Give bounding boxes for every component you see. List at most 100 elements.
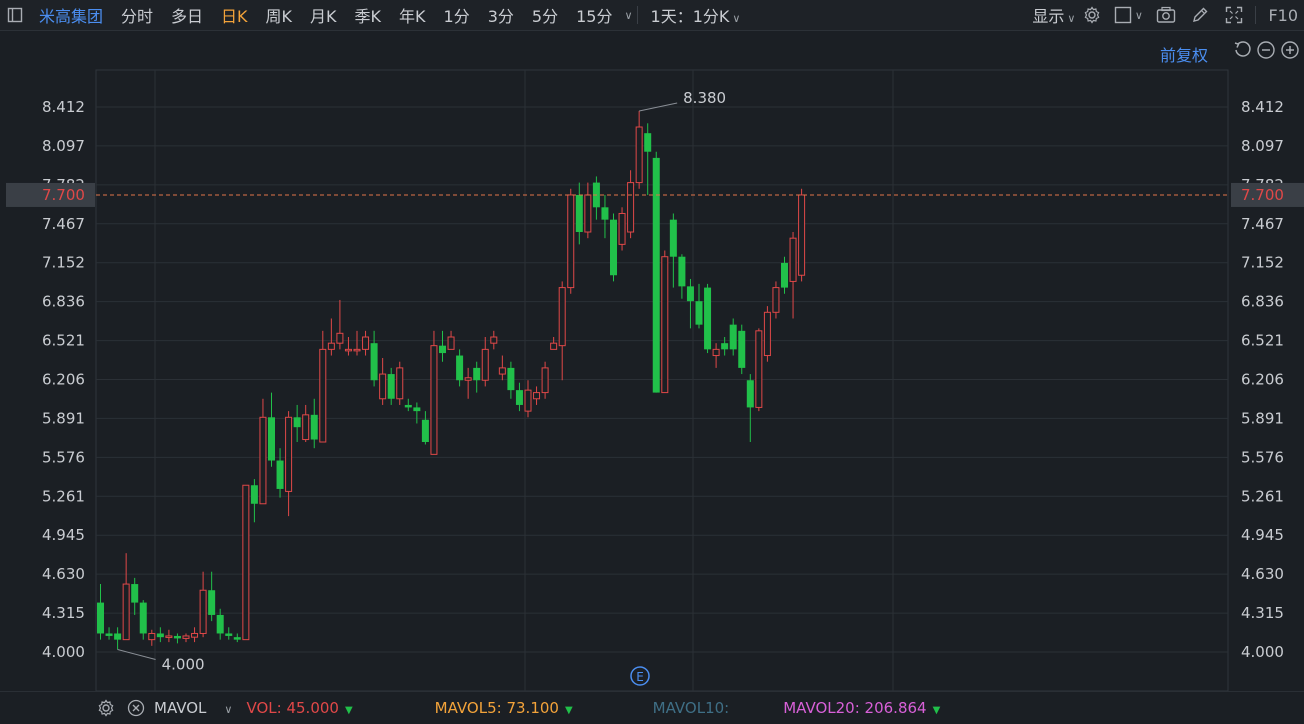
chart-controls bbox=[1232, 40, 1300, 64]
candle-body-down bbox=[669, 219, 677, 257]
price-tick-label: 6.521 bbox=[42, 332, 85, 350]
candle-body-up bbox=[319, 348, 327, 443]
candle-body-up bbox=[627, 182, 635, 233]
candle-body-down bbox=[644, 133, 652, 152]
display-menu[interactable]: 显示 ∨ bbox=[1023, 3, 1077, 27]
candle-body-up bbox=[182, 635, 190, 639]
event-marker: E bbox=[630, 666, 650, 686]
candle-body-down bbox=[114, 633, 122, 640]
tab-quarterly-k[interactable]: 季K bbox=[346, 3, 391, 27]
sidebar-toggle-icon[interactable] bbox=[0, 0, 30, 30]
candle-body-up bbox=[567, 194, 575, 289]
tab-yearly-k[interactable]: 年K bbox=[390, 3, 435, 27]
tab-monthly-k[interactable]: 月K bbox=[301, 3, 346, 27]
period-select[interactable]: 1天：1分K ∨ bbox=[642, 3, 750, 27]
candle-body-up bbox=[550, 342, 558, 350]
candle-body-down bbox=[421, 419, 429, 443]
candle-body-down bbox=[515, 390, 523, 405]
candle-body-up bbox=[430, 345, 438, 455]
vol-readout: VOL: 45.000 ▼ bbox=[246, 699, 352, 717]
tab-multiday[interactable]: 多日 bbox=[162, 3, 212, 27]
fullscreen-icon[interactable] bbox=[1217, 0, 1251, 30]
chevron-down-icon: ∨ bbox=[224, 703, 233, 716]
tab-15min[interactable]: 15分 bbox=[567, 3, 621, 27]
chevron-down-icon: ∨ bbox=[1134, 8, 1143, 22]
close-icon[interactable] bbox=[120, 693, 152, 723]
down-triangle-icon: ▼ bbox=[564, 705, 573, 716]
candle-body-up bbox=[148, 632, 156, 641]
price-tick-label: 6.206 bbox=[1241, 371, 1284, 389]
tab-5min[interactable]: 5分 bbox=[523, 3, 567, 27]
candle-body-down bbox=[610, 219, 617, 276]
candle-body-up bbox=[635, 126, 643, 184]
price-axis-right: 8.4128.0977.7827.4677.1526.8366.5216.206… bbox=[1241, 98, 1284, 661]
candle-body-up bbox=[798, 194, 806, 276]
candle-body-up bbox=[379, 373, 387, 400]
price-tick-label: 6.206 bbox=[42, 371, 85, 389]
candle-body-down bbox=[704, 287, 712, 350]
mavol20-readout: MAVOL20: 206.864 ▼ bbox=[783, 699, 940, 717]
gear-icon[interactable] bbox=[92, 693, 120, 723]
tab-weekly-k[interactable]: 周K bbox=[257, 3, 302, 27]
candle-body-up bbox=[285, 416, 293, 492]
candle-body-down bbox=[105, 633, 113, 636]
price-tick-label: 4.315 bbox=[42, 604, 85, 622]
display-label: 显示 bbox=[1032, 7, 1065, 26]
price-tick-label: 4.000 bbox=[42, 643, 85, 661]
candle-body-up bbox=[712, 348, 720, 357]
candle-body-down bbox=[233, 637, 241, 640]
mavol10-label: MAVOL10: bbox=[652, 699, 730, 717]
candle-body-up bbox=[302, 414, 310, 441]
candle-body-up bbox=[618, 212, 626, 245]
candle-body-down bbox=[404, 404, 412, 408]
candle-body-up bbox=[490, 336, 498, 344]
gear-icon[interactable] bbox=[1077, 0, 1107, 30]
reset-icon[interactable] bbox=[1232, 40, 1252, 64]
high-low-labels: 8.380 4.000 bbox=[117, 89, 726, 674]
price-tick-label: 4.000 bbox=[1241, 643, 1284, 661]
price-tick-label: 5.891 bbox=[42, 409, 85, 427]
camera-icon[interactable] bbox=[1149, 0, 1183, 30]
adjust-mode-button[interactable]: 前复权 bbox=[1160, 42, 1208, 66]
chevron-down-icon[interactable]: ∨ bbox=[624, 9, 632, 22]
candle-body-down bbox=[173, 635, 181, 639]
candle-body-up bbox=[533, 392, 541, 400]
stock-name[interactable]: 米高集团 bbox=[30, 3, 112, 27]
price-tick-label: 8.097 bbox=[1241, 137, 1284, 155]
current-price-label: 7.700 bbox=[1241, 186, 1284, 204]
candle-body-up bbox=[344, 348, 352, 352]
tab-1min[interactable]: 1分 bbox=[435, 3, 479, 27]
candle-body-up bbox=[763, 311, 771, 357]
price-tick-label: 5.576 bbox=[42, 448, 85, 466]
candle-body-down bbox=[695, 301, 703, 325]
price-tick-label: 8.412 bbox=[42, 98, 85, 116]
tab-intraday[interactable]: 分时 bbox=[112, 3, 162, 27]
indicator-select[interactable]: MAVOL ∨ bbox=[154, 699, 232, 717]
price-tick-label: 4.315 bbox=[1241, 604, 1284, 622]
candle-body-up bbox=[122, 583, 130, 641]
candle-body-up bbox=[524, 389, 532, 412]
kline-chart[interactable]: 8.4128.0977.7827.4677.1526.8366.5216.206… bbox=[0, 30, 1304, 691]
candle-body-up bbox=[541, 367, 549, 394]
tab-daily-k[interactable]: 日K bbox=[212, 3, 257, 27]
mavol10-readout: MAVOL10: bbox=[653, 699, 730, 717]
zoom-in-icon[interactable] bbox=[1280, 40, 1300, 64]
candle-body-up bbox=[481, 348, 489, 381]
mavol20-value: 206.864 bbox=[864, 699, 927, 717]
price-tick-label: 5.576 bbox=[1241, 448, 1284, 466]
price-tick-label: 7.467 bbox=[1241, 215, 1284, 233]
price-tick-label: 6.836 bbox=[1241, 293, 1284, 311]
vol-label: VOL: bbox=[246, 699, 282, 717]
candle-body-down bbox=[131, 584, 139, 603]
pencil-icon[interactable] bbox=[1183, 0, 1217, 30]
mavol5-readout: MAVOL5: 73.100 ▼ bbox=[435, 699, 573, 717]
candle-body-down bbox=[208, 590, 216, 615]
candle-body-down bbox=[156, 633, 164, 638]
tab-3min[interactable]: 3分 bbox=[479, 3, 523, 27]
indicator-select-label: MAVOL bbox=[154, 699, 207, 717]
candle-body-up bbox=[584, 194, 592, 233]
layout-select[interactable]: ∨ bbox=[1107, 0, 1149, 30]
candle-body-up bbox=[396, 367, 404, 400]
f10-button[interactable]: F10 bbox=[1260, 6, 1304, 25]
zoom-out-icon[interactable] bbox=[1256, 40, 1276, 64]
